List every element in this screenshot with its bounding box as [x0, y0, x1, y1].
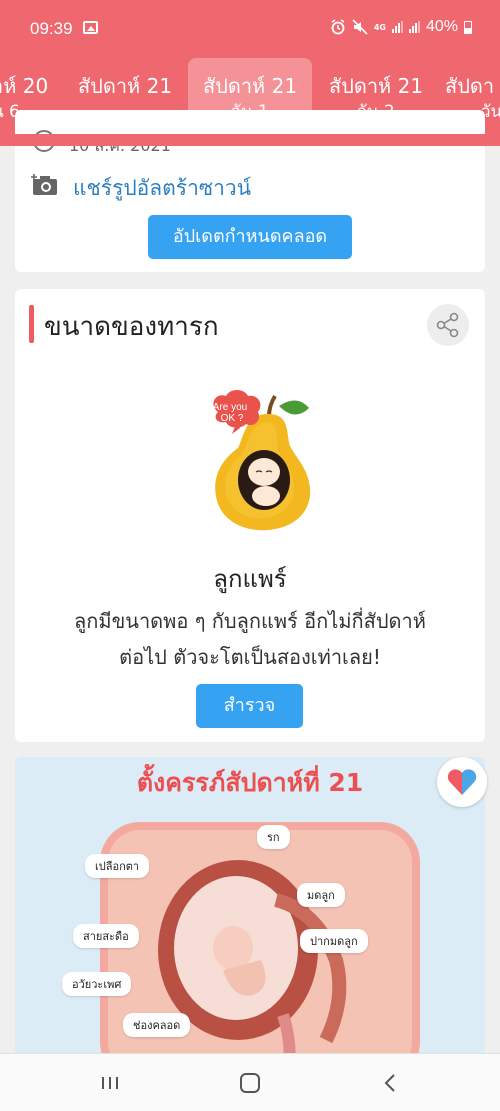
image-icon: [83, 21, 98, 34]
update-due-date-button[interactable]: อัปเดตกำหนดคลอด: [148, 215, 352, 259]
title-accent-bar: [29, 305, 34, 343]
label-umbilical-cord: สายสะดือ: [73, 924, 139, 948]
home-icon[interactable]: [230, 1068, 270, 1098]
share-icon: [436, 312, 459, 338]
back-icon[interactable]: [370, 1068, 410, 1098]
recents-icon[interactable]: [90, 1068, 130, 1098]
label-cervix: ปากมดลูก: [300, 929, 368, 953]
alarm-icon: [331, 19, 345, 35]
share-button[interactable]: [427, 304, 469, 346]
label-placenta: รก: [257, 825, 290, 849]
signal-icon: [391, 21, 403, 33]
favorite-button[interactable]: [437, 757, 487, 807]
description-line-2: ต่อไป ตัวจะโตเป็นสองเท่าเลย!: [119, 645, 381, 669]
system-nav-bar: [0, 1053, 500, 1111]
share-ultrasound-link[interactable]: แชร์รูปอัลตร้าซาวน์: [73, 172, 251, 205]
header-bottom-edge: [0, 134, 500, 146]
battery-icon: [464, 20, 472, 34]
pregnancy-week-illustration-card[interactable]: ตั้งครรภ์สัปดาห์ที่ 21 รก เปลือกตา มดลูก…: [15, 757, 485, 1057]
baby-size-title: ขนาดของทารก: [44, 312, 219, 342]
week-label: สัปดาห์ 21: [77, 74, 173, 98]
fruit-name: ลูกแพร์: [213, 565, 287, 593]
label-eyelid: เปลือกตา: [85, 854, 150, 878]
mute-icon: [352, 19, 368, 35]
pear-baby-illustration: Are you OK ?: [213, 390, 311, 531]
signal-icon-2: [408, 21, 420, 33]
bubble-text-2: OK ?: [221, 413, 244, 424]
battery-percent: 40%: [425, 18, 458, 35]
fruit-description: ลูกมีขนาดพอ ๆ กับลูกแพร์ อีกไม่กี่สัปดาห…: [25, 603, 475, 675]
label-uterus: มดลูก: [297, 883, 345, 907]
bubble-text: Are you: [213, 402, 247, 413]
camera-icon: [31, 174, 57, 195]
network-label: 4G: [373, 22, 386, 32]
explore-button[interactable]: สำรวจ: [196, 684, 303, 728]
status-icons: 4G 40%: [330, 18, 472, 36]
label-genitals: อวัยวะเพศ: [62, 972, 132, 996]
baby-size-card: ขนาดของทารก Are you OK ? ลูกแพร์ ลูกมีขน…: [15, 289, 485, 742]
heart-icon: [447, 769, 477, 795]
pregnancy-week-title: ตั้งครรภ์สัปดาห์ที่ 21: [136, 768, 364, 797]
status-time: 09:39: [30, 19, 73, 38]
status-bar: 09:39 4G 40%: [0, 0, 500, 58]
label-vagina: ช่องคลอด: [123, 1013, 191, 1037]
description-line-1: ลูกมีขนาดพอ ๆ กับลูกแพร์ อีกไม่กี่สัปดาห…: [74, 609, 426, 633]
